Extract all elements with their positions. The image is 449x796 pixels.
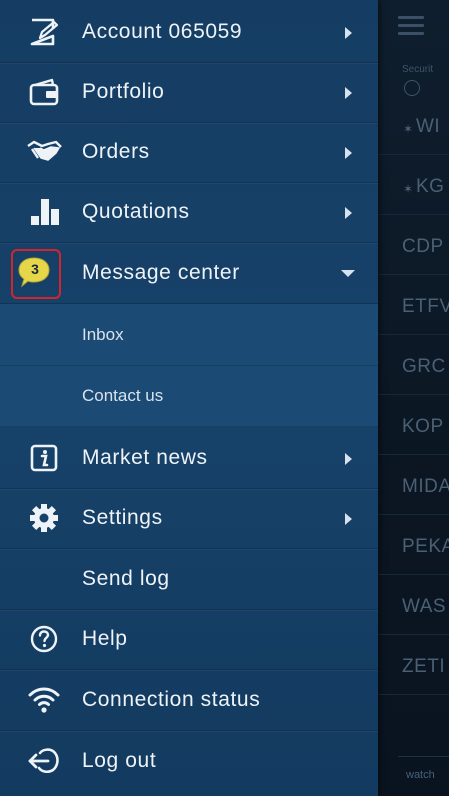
menu-item-help[interactable]: Help: [0, 609, 378, 670]
navigation-drawer: Account 065059 Portfolio Orders Quotatio…: [0, 0, 378, 796]
menu-item-label: Settings: [82, 506, 163, 529]
menu-item-market-news[interactable]: Market news: [0, 428, 378, 489]
hamburger-menu-icon[interactable]: [398, 16, 424, 40]
menu-item-label: Message center: [82, 261, 240, 284]
security-symbol: KOP: [402, 416, 444, 437]
message-icon-highlight: 3: [11, 249, 61, 299]
securities-column-header: Securit: [402, 64, 434, 75]
menu-item-label: Send log: [82, 567, 170, 590]
submenu-item-label: Inbox: [82, 325, 124, 344]
account-icon: [26, 16, 62, 48]
logout-icon: [26, 745, 62, 777]
security-row[interactable]: PEKA: [378, 514, 449, 575]
menu-item-label: Account 065059: [82, 20, 243, 43]
info-icon: [26, 442, 62, 474]
menu-item-log-out[interactable]: Log out: [0, 731, 378, 791]
watchlist-tab[interactable]: watch: [398, 756, 449, 792]
menu-item-portfolio[interactable]: Portfolio: [0, 62, 378, 123]
security-row[interactable]: ✶ WI: [378, 94, 449, 155]
help-icon: [26, 623, 62, 655]
chevron-right-icon: [345, 27, 352, 39]
menu-item-label: Market news: [82, 446, 208, 469]
security-row[interactable]: CDP: [378, 214, 449, 275]
chevron-right-icon: [345, 453, 352, 465]
menu-item-label: Connection status: [82, 688, 261, 711]
bar-chart-icon: [26, 196, 62, 228]
menu-item-account[interactable]: Account 065059: [0, 2, 378, 63]
menu-item-label: Quotations: [82, 200, 190, 223]
security-symbol: KG: [416, 176, 445, 197]
menu-item-send-log[interactable]: Send log: [0, 549, 378, 610]
submenu-item-contact-us[interactable]: Contact us: [0, 366, 378, 427]
chevron-right-icon: [345, 87, 352, 99]
menu-item-label: Portfolio: [82, 80, 165, 103]
menu-item-label: Log out: [82, 749, 157, 772]
wallet-icon: [26, 76, 62, 108]
security-row[interactable]: MIDA: [378, 454, 449, 515]
pin-icon: ✶: [403, 122, 414, 136]
submenu-item-inbox[interactable]: Inbox: [0, 305, 378, 366]
menu-item-settings[interactable]: Settings: [0, 488, 378, 549]
security-symbol: ETFV: [402, 296, 449, 317]
chevron-down-icon: [341, 270, 355, 277]
chevron-right-icon: [345, 147, 352, 159]
security-row[interactable]: ETFV: [378, 274, 449, 335]
chevron-right-icon: [345, 513, 352, 525]
security-symbol: CDP: [402, 236, 444, 257]
security-row[interactable]: GRC: [378, 334, 449, 395]
pin-icon: ✶: [403, 182, 414, 196]
menu-item-orders[interactable]: Orders: [0, 122, 378, 183]
security-row[interactable]: WAS: [378, 574, 449, 635]
chevron-right-icon: [345, 207, 352, 219]
security-row[interactable]: KOP: [378, 394, 449, 455]
security-row[interactable]: ✶ KG: [378, 154, 449, 215]
message-count-badge: 3: [31, 261, 39, 277]
security-row[interactable]: ZETI: [378, 634, 449, 695]
menu-item-connection-status[interactable]: Connection status: [0, 670, 378, 731]
menu-item-label: Help: [82, 627, 128, 650]
security-symbol: MIDA: [402, 476, 449, 497]
menu-item-label: Orders: [82, 140, 150, 163]
security-symbol: PEKA: [402, 536, 449, 557]
security-symbol: WAS: [402, 596, 447, 617]
security-symbol: GRC: [402, 356, 446, 377]
handshake-icon: [26, 136, 62, 168]
security-symbol: WI: [416, 116, 441, 137]
wifi-icon: [26, 684, 62, 716]
security-symbol: ZETI: [402, 656, 446, 677]
submenu-item-label: Contact us: [82, 386, 164, 405]
menu-item-quotations[interactable]: Quotations: [0, 182, 378, 243]
gear-icon: [26, 502, 62, 534]
